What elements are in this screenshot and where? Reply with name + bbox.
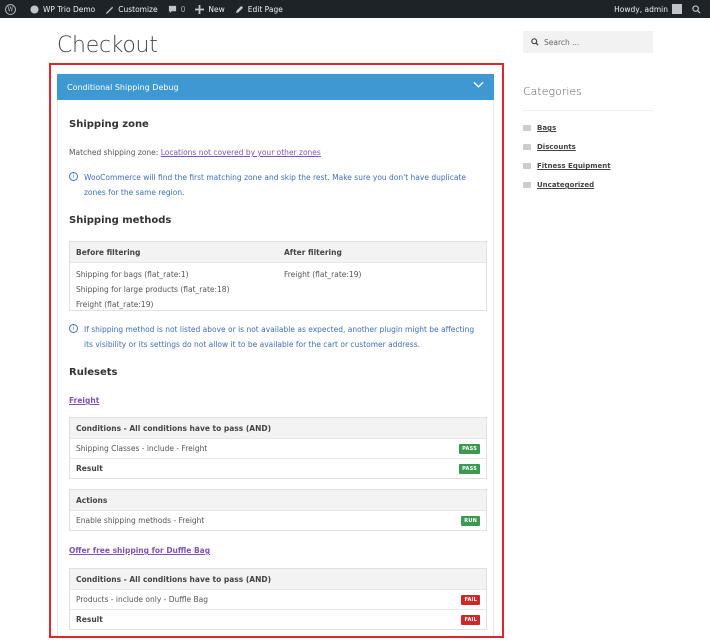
new-content-link[interactable]: New [190, 0, 229, 18]
methods-info-notice: i If shipping method is not listed above… [69, 322, 484, 352]
conditions-header: Conditions - All conditions have to pass… [70, 569, 486, 589]
status-badge: PASS [459, 444, 480, 454]
brush-icon [106, 6, 114, 14]
result-label: Result [76, 615, 103, 624]
site-name-label: WP Trio Demo [43, 4, 96, 14]
new-label: New [208, 4, 225, 14]
debug-panel-header[interactable]: Conditional Shipping Debug [57, 74, 494, 100]
rulesets-heading: Rulesets [69, 367, 118, 378]
search-icon [531, 38, 539, 46]
info-icon: i [69, 324, 78, 333]
category-label: Bags [537, 124, 557, 132]
info-icon: i [69, 172, 78, 181]
debug-panel-highlight: Conditional Shipping Debug Shipping zone… [49, 63, 504, 638]
table-row: Shipping Classes - include - Freight PAS… [70, 438, 486, 458]
category-item-fitness-equipment[interactable]: Fitness Equipment [523, 162, 611, 170]
search-input[interactable]: Search ... [523, 31, 653, 53]
table-row: Products - include only - Duffle Bag FAI… [70, 589, 486, 609]
folder-icon [523, 182, 531, 188]
matched-zone-link[interactable]: Locations not covered by your other zone… [161, 148, 321, 157]
matched-zone-label: Matched shipping zone: [69, 148, 161, 157]
search-placeholder: Search ... [544, 37, 580, 47]
category-label: Uncategorized [537, 181, 595, 189]
matched-zone-text: Matched shipping zone: Locations not cov… [69, 148, 321, 157]
wordpress-logo-icon[interactable]: W [0, 0, 25, 18]
admin-search-icon[interactable] [687, 0, 710, 18]
shipping-zone-heading: Shipping zone [69, 119, 149, 130]
folder-icon [523, 163, 531, 169]
ruleset-link-duffle-bag[interactable]: Offer free shipping for Duffle Bag [69, 546, 210, 555]
divider [523, 110, 653, 111]
list-item: Freight (flat_rate:19) [76, 300, 154, 309]
avatar [672, 4, 682, 14]
comments-count: 0 [180, 4, 186, 14]
debug-panel-title: Conditional Shipping Debug [67, 82, 179, 92]
table-row: Result FAIL [70, 609, 486, 629]
debug-panel-body: Shipping zone Matched shipping zone: Loc… [57, 100, 494, 636]
after-filtering-list: Freight (flat_rate:19) [284, 267, 361, 312]
zone-info-notice: i WooCommerce will find the first matchi… [69, 170, 484, 200]
status-badge: FAIL [461, 595, 480, 605]
category-label: Fitness Equipment [537, 162, 611, 170]
status-badge: RUN [461, 516, 480, 526]
howdy-label: Howdy, admin [614, 4, 668, 14]
shipping-methods-table: Before filtering After filtering Shippin… [69, 241, 487, 311]
category-label: Discounts [537, 143, 576, 151]
ruleset-link-freight[interactable]: Freight [69, 396, 99, 405]
page-title: Checkout [57, 33, 158, 58]
action-label: Enable shipping methods - Freight [76, 516, 205, 525]
comment-icon [168, 5, 176, 13]
pencil-icon [235, 5, 243, 13]
list-item: Shipping for bags (flat_rate:1) [76, 270, 189, 279]
methods-table-header: Before filtering After filtering [70, 242, 486, 262]
categories-title: Categories [523, 85, 582, 98]
after-filtering-header: After filtering [284, 247, 342, 257]
admin-bar: W WP Trio Demo Customize 0 New Edit Page… [0, 0, 710, 18]
folder-icon [523, 144, 531, 150]
comments-link[interactable]: 0 [163, 0, 191, 18]
condition-label: Products - include only - Duffle Bag [76, 595, 209, 604]
list-item: Shipping for large products (flat_rate:1… [76, 285, 230, 294]
account-menu[interactable]: Howdy, admin [609, 0, 687, 18]
category-item-uncategorized[interactable]: Uncategorized [523, 181, 594, 189]
status-badge: FAIL [461, 615, 480, 625]
plus-icon [195, 4, 205, 14]
category-item-bags[interactable]: Bags [523, 124, 556, 132]
table-row: Result PASS [70, 458, 486, 478]
ruleset-actions-table: Actions Enable shipping methods - Freigh… [69, 489, 487, 531]
table-row: Enable shipping methods - Freight RUN [70, 510, 486, 530]
list-item: Freight (flat_rate:19) [284, 270, 362, 279]
before-filtering-list: Shipping for bags (flat_rate:1) Shipping… [76, 267, 284, 312]
chevron-down-icon[interactable] [473, 81, 484, 89]
customize-link[interactable]: Customize [100, 0, 162, 18]
ruleset-conditions-table: Conditions - All conditions have to pass… [69, 568, 487, 630]
site-name-link[interactable]: WP Trio Demo [25, 0, 100, 18]
edit-page-link[interactable]: Edit Page [230, 0, 288, 18]
actions-header: Actions [70, 490, 486, 510]
svg-text:W: W [7, 6, 14, 13]
edit-page-label: Edit Page [247, 4, 283, 14]
result-label: Result [76, 464, 103, 473]
category-item-discounts[interactable]: Discounts [523, 143, 576, 151]
status-badge: PASS [459, 464, 480, 474]
shipping-methods-heading: Shipping methods [69, 215, 172, 226]
condition-label: Shipping Classes - include - Freight [76, 444, 208, 453]
conditions-header: Conditions - All conditions have to pass… [70, 418, 486, 438]
before-filtering-header: Before filtering [76, 247, 141, 257]
zone-info-text: WooCommerce will find the first matching… [84, 173, 467, 197]
customize-label: Customize [118, 4, 158, 14]
folder-icon [523, 125, 531, 131]
dashboard-icon [30, 4, 39, 14]
ruleset-conditions-table: Conditions - All conditions have to pass… [69, 417, 487, 479]
methods-info-text: If shipping method is not listed above o… [84, 325, 475, 349]
